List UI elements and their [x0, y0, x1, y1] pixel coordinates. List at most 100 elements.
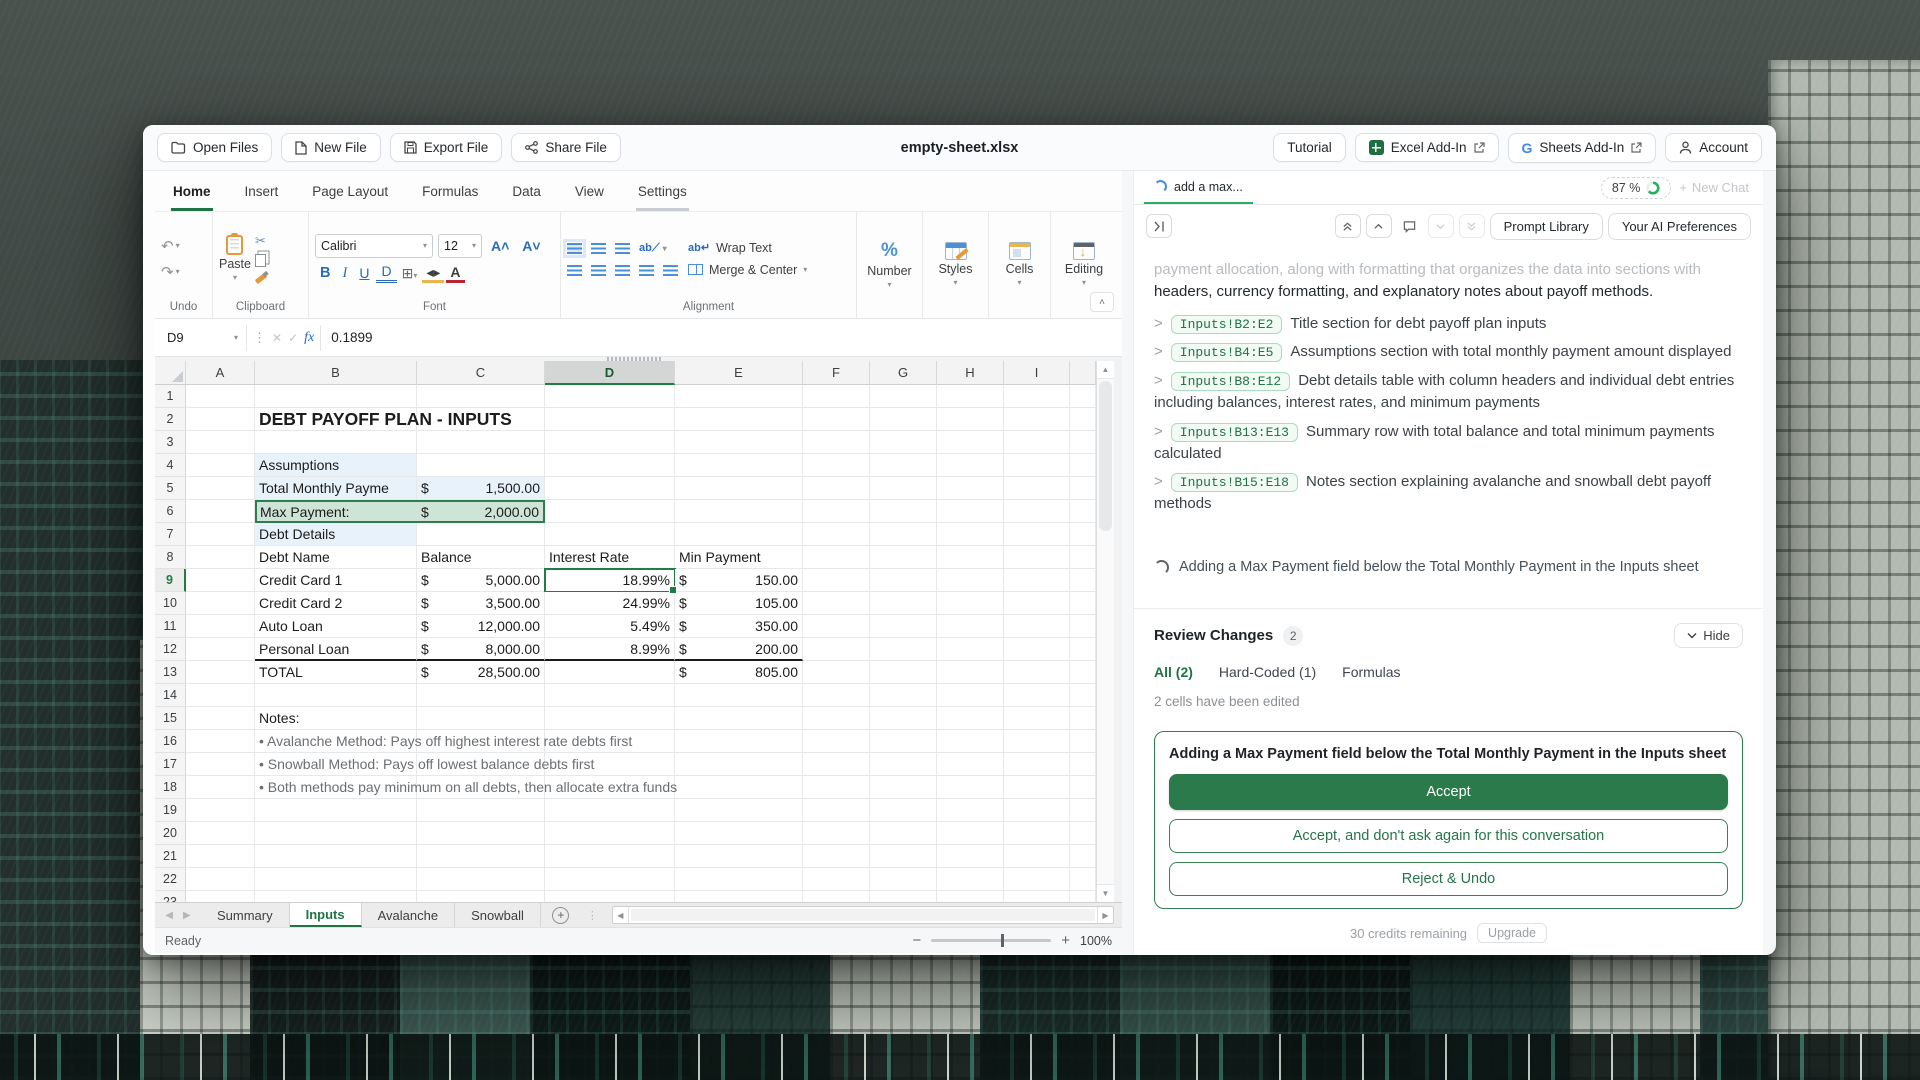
- cell-I23[interactable]: [1004, 891, 1070, 902]
- cell-D12[interactable]: 8.99%: [545, 638, 675, 661]
- zoom-out-button[interactable]: −: [912, 932, 921, 949]
- cell-H15[interactable]: [937, 707, 1004, 730]
- cell-D23[interactable]: [545, 891, 675, 902]
- cell-D2[interactable]: [545, 408, 675, 431]
- row-header-8[interactable]: 8: [155, 546, 186, 569]
- cell-G21[interactable]: [870, 845, 937, 868]
- cell-B1[interactable]: [255, 385, 417, 408]
- cell-E4[interactable]: [675, 454, 803, 477]
- ribbon-tab-settings[interactable]: Settings: [635, 176, 689, 211]
- cell-partial-20[interactable]: [1070, 822, 1096, 845]
- cell-E2[interactable]: [675, 408, 803, 431]
- cell-G13[interactable]: [870, 661, 937, 684]
- ribbon-tab-home[interactable]: Home: [171, 176, 213, 211]
- review-tab-formulas[interactable]: Formulas: [1342, 664, 1400, 680]
- cell-H17[interactable]: [937, 753, 1004, 776]
- cell-A10[interactable]: [186, 592, 255, 615]
- cell-A9[interactable]: [186, 569, 255, 592]
- scroll-left-icon[interactable]: ◀: [613, 907, 629, 923]
- cell-C11[interactable]: $12,000.00: [417, 615, 545, 638]
- insert-function-icon[interactable]: fx: [304, 330, 314, 346]
- cell-A21[interactable]: [186, 845, 255, 868]
- cell-partial-14[interactable]: [1070, 684, 1096, 707]
- italic-button[interactable]: I: [337, 265, 352, 282]
- collapse-ribbon-button[interactable]: ˄: [1090, 292, 1114, 312]
- cell-B21[interactable]: [255, 845, 417, 868]
- row-header-22[interactable]: 22: [155, 868, 186, 891]
- formula-input[interactable]: 0.1899: [320, 324, 1114, 351]
- row-header-23[interactable]: 23: [155, 891, 186, 902]
- open-files-button[interactable]: Open Files: [157, 133, 273, 162]
- cell-A15[interactable]: [186, 707, 255, 730]
- row-header-7[interactable]: 7: [155, 523, 186, 546]
- cell-I12[interactable]: [1004, 638, 1070, 661]
- cell-C6[interactable]: $2,000.00: [417, 500, 545, 523]
- cell-F10[interactable]: [803, 592, 870, 615]
- cell-F19[interactable]: [803, 799, 870, 822]
- increase-font-button[interactable]: A˄: [487, 238, 513, 254]
- cell-B5[interactable]: Total Monthly Payme: [255, 477, 417, 500]
- copy-icon[interactable]: [254, 253, 266, 267]
- sheet-tab-avalanche[interactable]: Avalanche: [362, 903, 456, 927]
- cell-C10[interactable]: $3,500.00: [417, 592, 545, 615]
- cell-D15[interactable]: [545, 707, 675, 730]
- row-header-6[interactable]: 6: [155, 500, 186, 523]
- reject-undo-button[interactable]: Reject & Undo: [1169, 862, 1728, 896]
- accept-dont-ask-button[interactable]: Accept, and don't ask again for this con…: [1169, 819, 1728, 853]
- cell-F20[interactable]: [803, 822, 870, 845]
- cell-E22[interactable]: [675, 868, 803, 891]
- cell-B18[interactable]: • Both methods pay minimum on all debts,…: [255, 776, 677, 799]
- cell-B14[interactable]: [255, 684, 417, 707]
- cell-A5[interactable]: [186, 477, 255, 500]
- cell-E9[interactable]: $150.00: [675, 569, 803, 592]
- row-header-13[interactable]: 13: [155, 661, 186, 684]
- cell-E21[interactable]: [675, 845, 803, 868]
- cell-partial-7[interactable]: [1070, 523, 1096, 546]
- cell-A16[interactable]: [186, 730, 255, 753]
- format-painter-icon[interactable]: [255, 271, 268, 284]
- cell-D21[interactable]: [545, 845, 675, 868]
- cell-F8[interactable]: [803, 546, 870, 569]
- cell-B8[interactable]: Debt Name: [255, 546, 417, 569]
- cells-button[interactable]: Cells ▾: [995, 242, 1044, 287]
- sheet-tab-inputs[interactable]: Inputs: [289, 903, 362, 927]
- cell-G23[interactable]: [870, 891, 937, 902]
- redo-button[interactable]: ↷ ▾: [161, 263, 180, 281]
- cut-icon[interactable]: ✂: [255, 234, 270, 247]
- cell-C23[interactable]: [417, 891, 545, 902]
- cell-F17[interactable]: [803, 753, 870, 776]
- cell-D8[interactable]: Interest Rate: [545, 546, 675, 569]
- cell-E16[interactable]: [675, 730, 803, 753]
- cell-A20[interactable]: [186, 822, 255, 845]
- cell-A23[interactable]: [186, 891, 255, 902]
- cell-partial-18[interactable]: [1070, 776, 1096, 799]
- cell-E14[interactable]: [675, 684, 803, 707]
- sheet-nav-right-icon[interactable]: ▶: [183, 910, 191, 921]
- row-header-2[interactable]: 2: [155, 408, 186, 431]
- cell-A2[interactable]: [186, 408, 255, 431]
- cell-F23[interactable]: [803, 891, 870, 902]
- cell-G20[interactable]: [870, 822, 937, 845]
- cell-H18[interactable]: [937, 776, 1004, 799]
- cell-I5[interactable]: [1004, 477, 1070, 500]
- cell-H6[interactable]: [937, 500, 1004, 523]
- cell-A4[interactable]: [186, 454, 255, 477]
- cell-D20[interactable]: [545, 822, 675, 845]
- cell-G14[interactable]: [870, 684, 937, 707]
- cell-B4[interactable]: Assumptions: [255, 454, 417, 477]
- review-tab-all[interactable]: All (2): [1154, 664, 1193, 680]
- font-color-button[interactable]: A: [446, 264, 465, 284]
- column-header-C[interactable]: C: [417, 361, 545, 385]
- cell-G5[interactable]: [870, 477, 937, 500]
- row-header-14[interactable]: 14: [155, 684, 186, 707]
- cell-I19[interactable]: [1004, 799, 1070, 822]
- cell-E11[interactable]: $350.00: [675, 615, 803, 638]
- cell-H16[interactable]: [937, 730, 1004, 753]
- cell-partial-8[interactable]: [1070, 546, 1096, 569]
- cell-I13[interactable]: [1004, 661, 1070, 684]
- cell-C14[interactable]: [417, 684, 545, 707]
- column-header-partial[interactable]: [1070, 361, 1096, 385]
- cell-E17[interactable]: [675, 753, 803, 776]
- sheet-tab-snowball[interactable]: Snowball: [455, 903, 541, 927]
- sheet-tab-summary[interactable]: Summary: [201, 903, 290, 927]
